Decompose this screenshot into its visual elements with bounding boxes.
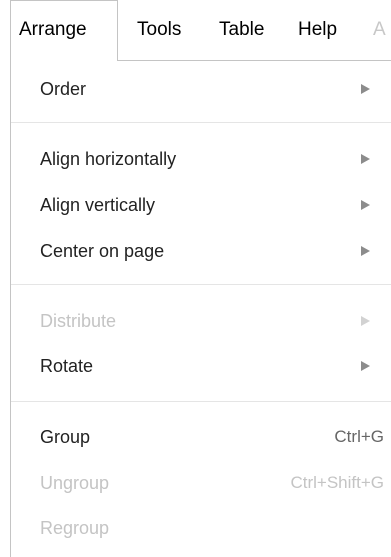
submenu-arrow-icon <box>361 246 370 256</box>
menu-item-label: Align horizontally <box>40 149 177 169</box>
submenu-arrow-icon <box>361 316 370 326</box>
menu-item-group[interactable]: Group Ctrl+G <box>11 422 391 452</box>
menu-separator <box>11 122 391 123</box>
menu-item-order[interactable]: Order <box>11 74 391 104</box>
menu-separator <box>11 284 391 285</box>
submenu-arrow-icon <box>361 84 370 94</box>
menu-item-label: Group <box>40 427 91 447</box>
menu-separator <box>11 401 391 402</box>
menu-bar: Arrange Tools Table Help A <box>0 0 391 61</box>
menu-item-label: Regroup <box>40 518 110 538</box>
menu-item-align-vertically[interactable]: Align vertically <box>11 190 391 220</box>
menu-item-shortcut: Ctrl+Shift+G <box>290 473 384 492</box>
menu-item-shortcut: Ctrl+G <box>334 427 384 446</box>
menu-item-align-horizontally[interactable]: Align horizontally <box>11 144 391 174</box>
menu-item-label: Ungroup <box>40 473 110 493</box>
menu-item-distribute[interactable]: Distribute <box>11 306 391 336</box>
menu-item-label: Distribute <box>40 311 117 331</box>
menu-item-regroup[interactable]: Regroup <box>11 513 391 543</box>
menu-help[interactable]: Help <box>298 0 337 60</box>
menu-item-center-on-page[interactable]: Center on page <box>11 236 391 266</box>
menu-tools[interactable]: Tools <box>137 0 181 60</box>
menu-item-rotate[interactable]: Rotate <box>11 351 391 381</box>
arrange-dropdown-menu: Order Align horizontally Align verticall… <box>10 60 391 557</box>
menu-table[interactable]: Table <box>219 0 264 60</box>
menu-item-label: Order <box>40 79 87 99</box>
menu-item-ungroup[interactable]: Ungroup Ctrl+Shift+G <box>11 468 391 498</box>
menu-item-label: Center on page <box>40 241 165 261</box>
submenu-arrow-icon <box>361 361 370 371</box>
menu-item-label: Rotate <box>40 356 94 376</box>
menu-item-label: Align vertically <box>40 195 156 215</box>
menu-next-partial[interactable]: A <box>373 0 386 60</box>
submenu-arrow-icon <box>361 200 370 210</box>
menu-arrange[interactable]: Arrange <box>10 0 118 61</box>
submenu-arrow-icon <box>361 154 370 164</box>
app-window: Arrange Tools Table Help A Order Align h… <box>0 0 391 557</box>
